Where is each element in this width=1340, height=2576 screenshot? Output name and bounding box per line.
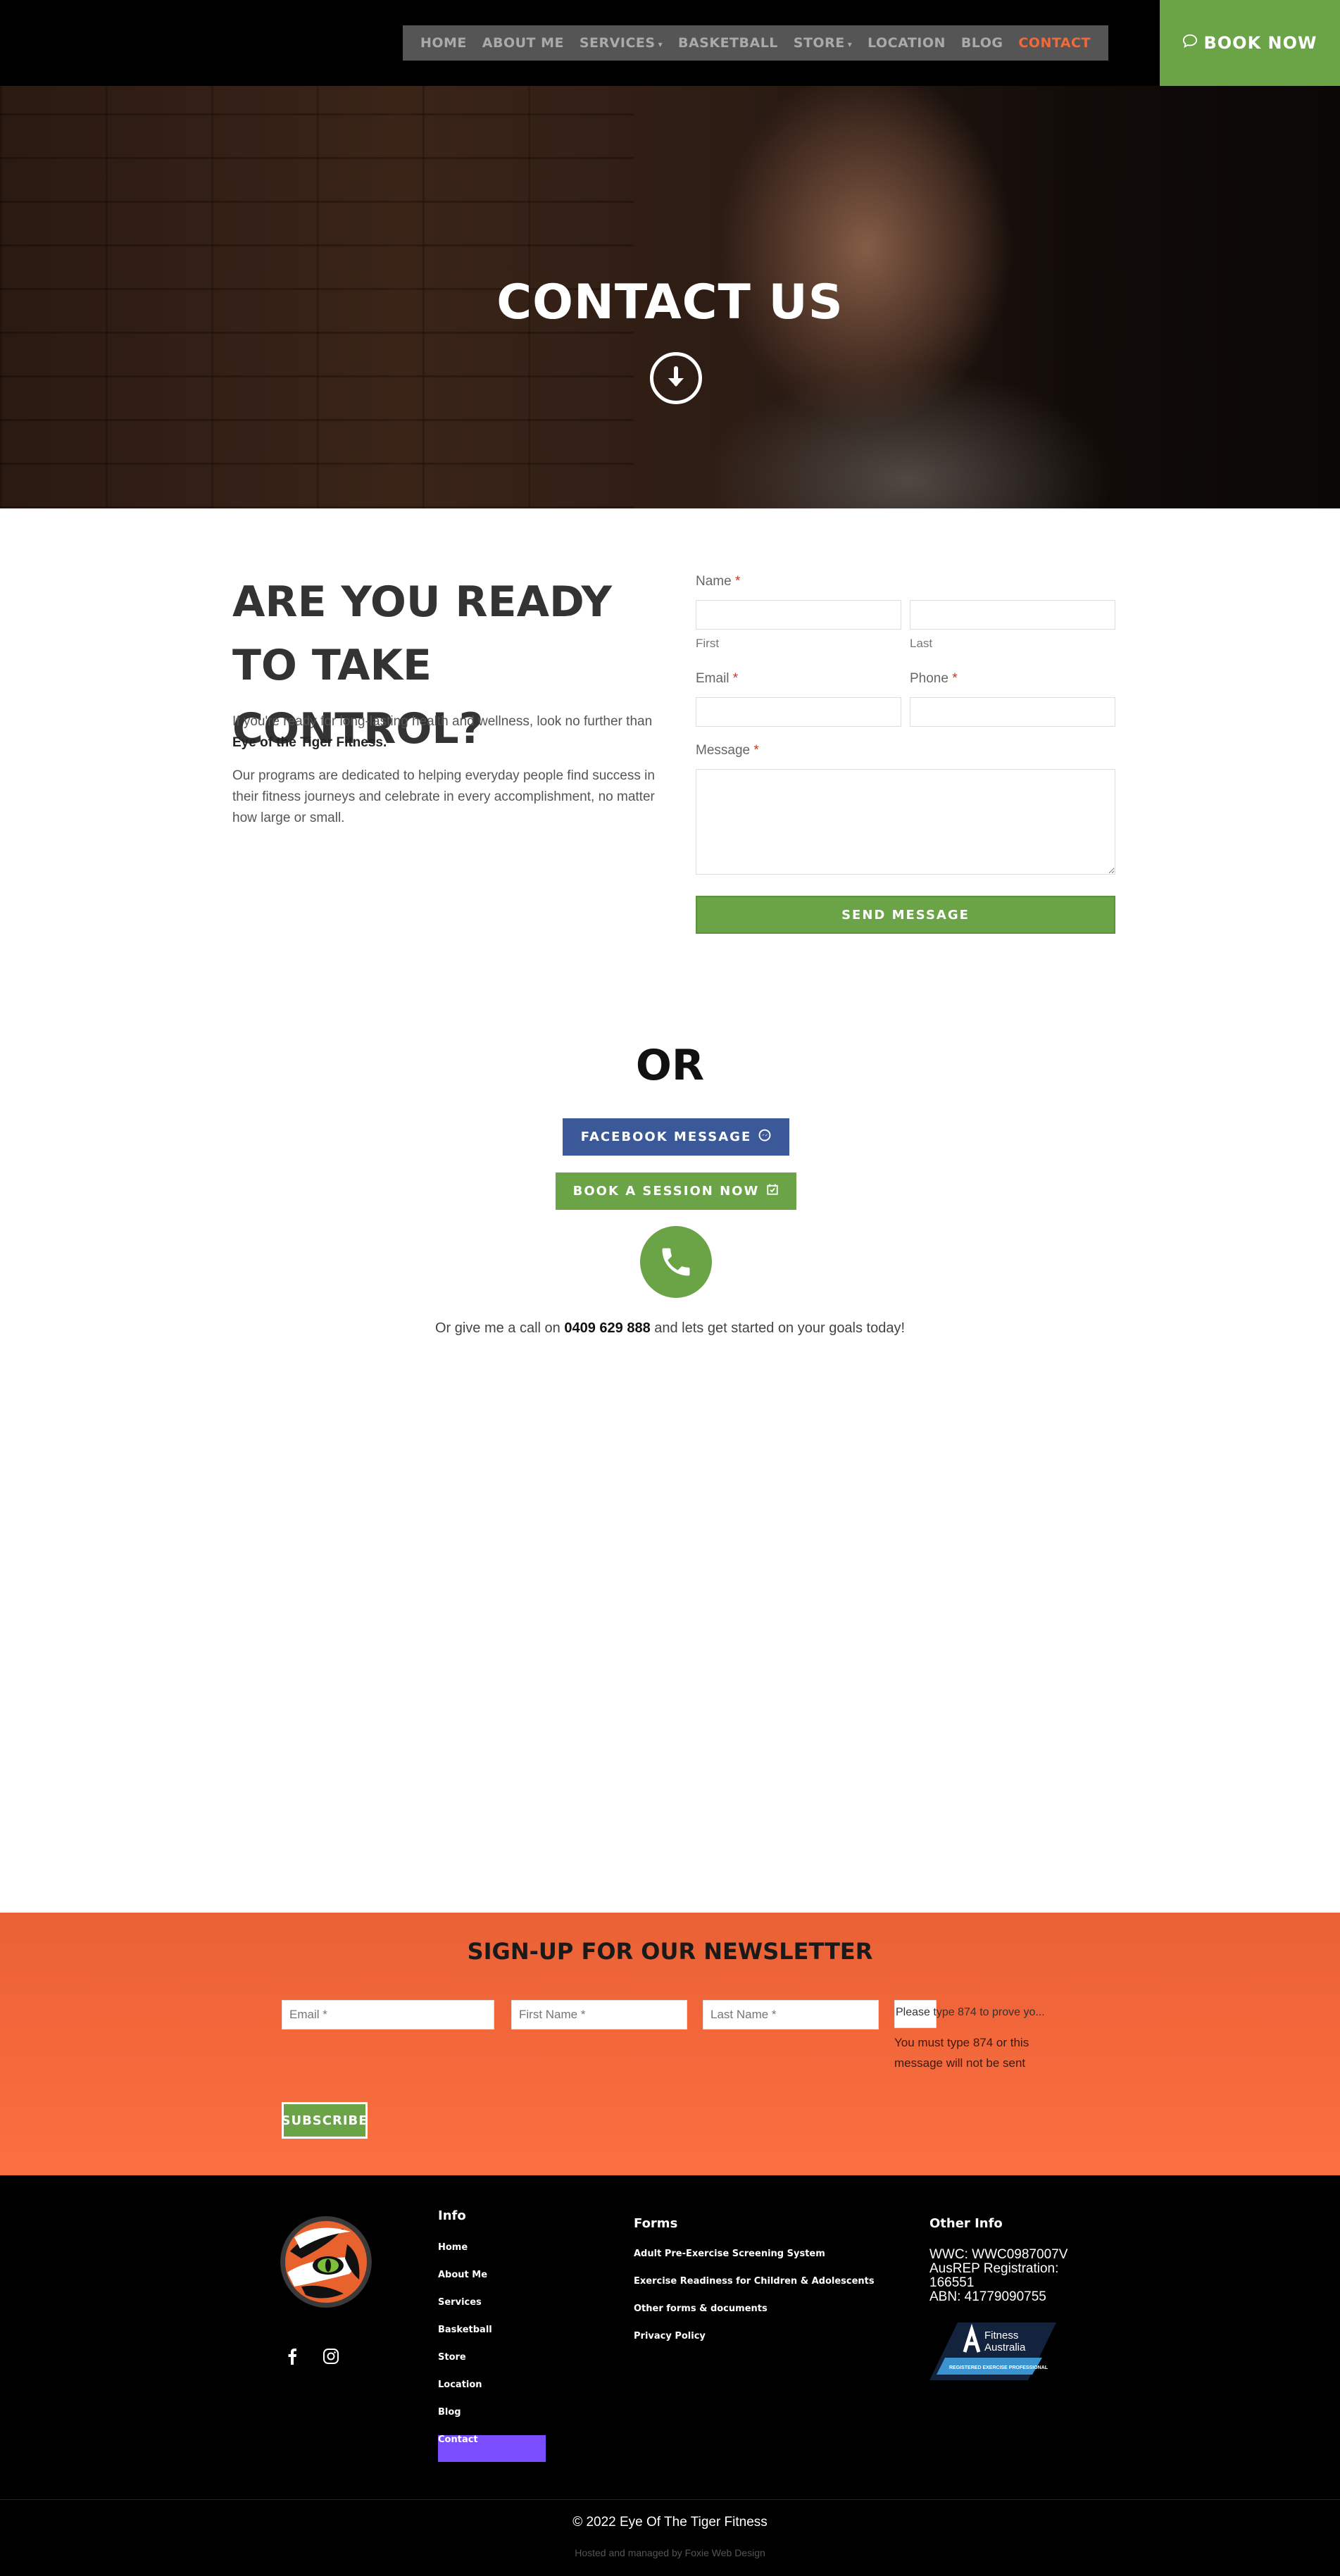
footer-other-heading: Other Info [929,2216,1003,2231]
book-session-button[interactable]: BOOK A SESSION NOW [556,1173,796,1210]
book-now-label: BOOK NOW [1203,33,1317,53]
newsletter-title: SIGN-UP FOR OUR NEWSLETTER [467,1938,873,1965]
chevron-down-icon: ▾ [658,39,663,49]
fitness-australia-badge: Fitness Australia REGISTERED EXERCISE PR… [929,2322,1056,2380]
phone-field[interactable] [910,697,1115,727]
nav-contact[interactable]: CONTACT [1018,35,1091,51]
newsletter-email-input[interactable] [282,2000,494,2030]
footer-link-contact[interactable]: Contact [438,2434,478,2445]
captcha-warning: You must type 874 or this message will n… [894,2036,1029,2070]
phone-label-text: Phone [910,671,948,686]
call-suffix: and lets get started on your goals today… [650,1320,906,1336]
facebook-message-label: FACEBOOK MESSAGE [580,1130,752,1144]
footer-info-heading: Info [438,2208,466,2223]
chat-bubble-icon [1182,33,1198,53]
email-label-text: Email [696,671,730,686]
intro-paragraph-1: If you're ready for long-lasting health … [232,711,662,754]
footer-link-exercise-readiness[interactable]: Exercise Readiness for Children & Adoles… [634,2276,875,2287]
messenger-icon [758,1129,771,1145]
hosted-by-link[interactable]: Hosted and managed by Foxie Web Design [0,2547,1340,2558]
footer-link-location[interactable]: Location [438,2380,482,2390]
name-label-text: Name [696,574,732,589]
name-label: Name * [696,574,740,589]
phone-number-link[interactable]: 0409 629 888 [564,1320,650,1336]
call-line: Or give me a call on 0409 629 888 and le… [0,1320,1340,1337]
footer-forms-heading: Forms [634,2216,678,2231]
required-mark: * [753,743,759,758]
badge-sub: REGISTERED EXERCISE PROFESSIONAL [949,2365,1048,2370]
nav-store-label: STORE [793,35,845,51]
footer-link-blog[interactable]: Blog [438,2407,461,2418]
calendar-check-icon [766,1183,779,1199]
subscribe-button[interactable]: SUBSCRIBE [281,2102,368,2139]
main-nav: HOME ABOUT ME SERVICES ▾ BASKETBALL STORE… [403,25,1108,61]
ausrep-number: 166551 [929,2275,975,2290]
footer-link-pre-exercise-screening[interactable]: Adult Pre-Exercise Screening System [634,2249,825,2259]
nav-services[interactable]: SERVICES ▾ [580,35,663,51]
nav-about-me[interactable]: ABOUT ME [482,35,564,51]
call-prefix: Or give me a call on [434,1320,565,1336]
instagram-icon[interactable] [322,2347,340,2365]
book-now-button[interactable]: BOOK NOW [1160,0,1340,86]
footer-link-about-me[interactable]: About Me [438,2270,487,2280]
footer-link-services[interactable]: Services [438,2297,482,2308]
message-field[interactable] [696,769,1115,875]
required-mark: * [952,671,958,686]
intro-paragraph-2: Our programs are dedicated to helping ev… [232,768,655,825]
other-info-block: WWC: WWC0987007V AusREP Registration: 16… [929,2248,1106,2304]
facebook-message-button[interactable]: FACEBOOK MESSAGE [563,1118,789,1156]
arrow-down-circle-icon[interactable] [650,352,702,404]
last-sublabel: Last [910,637,933,650]
captcha-placeholder: Please type 874 to prove yo... [896,2006,1045,2018]
footer-bottom-bar [0,2499,1340,2576]
badge-line-2: Australia [984,2341,1026,2353]
abn-number: ABN: 41779090755 [929,2289,1046,2304]
nav-store[interactable]: STORE ▾ [794,35,852,51]
first-name-field[interactable] [696,600,901,630]
copyright: © 2022 Eye Of The Tiger Fitness [572,2515,768,2530]
newsletter-first-name-input[interactable] [511,2000,687,2030]
ausrep-label: AusREP Registration: [929,2261,1059,2276]
nav-blog[interactable]: BLOG [961,35,1003,51]
footer-link-privacy-policy[interactable]: Privacy Policy [634,2331,706,2341]
intro-p1-text: If you're ready for long-lasting health … [232,714,653,729]
required-mark: * [732,671,739,686]
required-mark: * [734,574,741,589]
footer-link-other-forms[interactable]: Other forms & documents [634,2303,768,2314]
footer-link-store[interactable]: Store [438,2352,466,2363]
message-label-text: Message [696,743,751,758]
footer-link-basketball[interactable]: Basketball [438,2325,492,2335]
tiger-eye-logo[interactable] [280,2216,372,2308]
wwc-number: WWC: WWC0987007V [929,2247,1068,2262]
chevron-down-icon: ▾ [847,39,853,49]
nav-location[interactable]: LOCATION [868,35,946,51]
nav-basketball[interactable]: BASKETBALL [678,35,778,51]
phone-call-button[interactable] [640,1226,712,1298]
send-message-button[interactable]: SEND MESSAGE [696,896,1115,934]
phone-label: Phone * [910,671,958,687]
facebook-icon[interactable] [283,2347,301,2365]
page-title: CONTACT US [496,275,844,330]
book-session-label: BOOK A SESSION NOW [572,1184,760,1199]
first-sublabel: First [696,637,720,650]
email-field[interactable] [696,697,901,727]
badge-line-1: Fitness [984,2330,1018,2341]
email-label: Email * [696,671,738,687]
intro-p1-brand: Eye of the Tiger Fitness. [232,735,387,750]
or-divider: OR [635,1041,705,1090]
nav-home[interactable]: HOME [420,35,467,51]
newsletter-last-name-input[interactable] [703,2000,879,2030]
phone-icon [662,1248,690,1276]
last-name-field[interactable] [910,600,1115,630]
message-label: Message * [696,743,759,758]
nav-services-label: SERVICES [579,35,656,51]
footer-link-home[interactable]: Home [438,2242,468,2253]
